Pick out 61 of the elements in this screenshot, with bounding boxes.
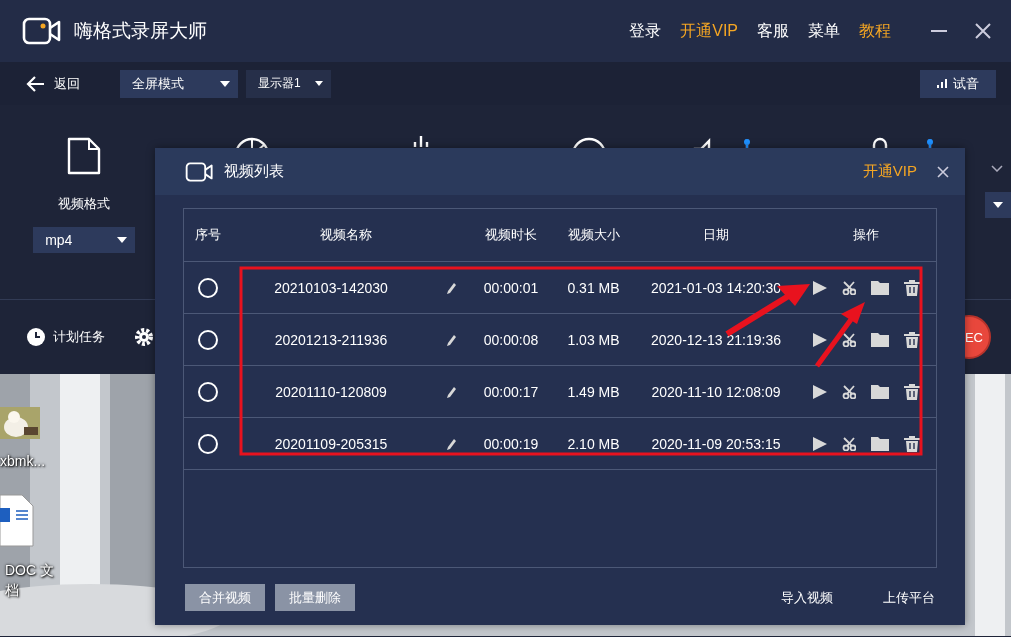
dialog-title: 视频列表 <box>224 162 285 181</box>
pencil-icon[interactable] <box>446 333 456 346</box>
nav-link[interactable]: 登录 <box>629 20 662 42</box>
column-header: 视频大小 <box>567 226 620 244</box>
trash-icon[interactable] <box>903 279 920 296</box>
nav-link[interactable]: 开通VIP <box>680 20 738 42</box>
scissors-icon[interactable] <box>841 280 856 295</box>
clock-icon <box>27 328 45 346</box>
trash-icon[interactable] <box>903 331 920 348</box>
app-logo-icon <box>22 17 62 45</box>
play-icon[interactable] <box>812 332 827 347</box>
column-header: 日期 <box>703 226 729 244</box>
audio-icon <box>412 136 429 147</box>
display-dropdown[interactable]: 显示器1 <box>246 69 331 98</box>
caret-icon <box>117 237 128 243</box>
chevron-down-icon[interactable] <box>991 165 1003 172</box>
format-dropdown[interactable]: mp4 <box>33 227 136 253</box>
radio-button[interactable] <box>197 277 218 298</box>
dropdown[interactable] <box>985 192 1011 218</box>
mode-dropdown[interactable]: 全屏模式 <box>120 69 238 98</box>
caret-icon <box>993 202 1003 208</box>
close-icon[interactable] <box>937 165 949 178</box>
scissors-icon[interactable] <box>841 332 856 347</box>
gear-icon[interactable] <box>135 328 153 346</box>
column-header: 操作 <box>853 226 879 244</box>
file-icon <box>67 137 102 175</box>
microphone-icon <box>872 137 889 148</box>
video-camera-icon <box>185 161 214 182</box>
caret-icon <box>220 80 230 87</box>
duration-cell: 00:00:01 <box>483 279 539 296</box>
video-name: 20210103-142030 <box>274 279 388 296</box>
slider-handle[interactable] <box>744 139 751 145</box>
nav-link[interactable]: 教程 <box>859 20 891 42</box>
radio-button[interactable] <box>197 329 218 350</box>
play-icon[interactable] <box>812 280 827 295</box>
back-arrow-icon <box>25 74 45 93</box>
folder-icon[interactable] <box>870 280 889 295</box>
column-header: 序号 <box>194 226 221 244</box>
date-cell: 2020-12-13 21:19:36 <box>651 331 781 348</box>
bars-icon <box>937 79 947 88</box>
slider-handle[interactable] <box>927 139 934 145</box>
vip-link[interactable]: 开通VIP <box>862 162 917 181</box>
column-header: 视频名称 <box>320 226 372 244</box>
arrow-drawing <box>815 302 865 368</box>
duration-cell: 00:00:08 <box>483 331 539 348</box>
close-icon[interactable] <box>975 23 991 39</box>
schedule-button[interactable]: 计划任务 <box>27 328 105 346</box>
size-cell: 1.03 MB <box>567 331 620 348</box>
folder-icon[interactable] <box>870 332 889 347</box>
app-title: 嗨格式录屏大师 <box>74 19 208 43</box>
nav-link[interactable]: 客服 <box>757 20 789 42</box>
column-header: 视频时长 <box>485 226 537 244</box>
date-cell: 2021-01-03 14:20:30 <box>651 279 781 296</box>
video-name: 20201213-211936 <box>274 331 388 348</box>
nav-link[interactable]: 菜单 <box>808 20 840 42</box>
caret-icon <box>315 81 323 86</box>
pencil-icon[interactable] <box>446 281 456 294</box>
size-cell: 0.31 MB <box>567 279 620 296</box>
back-button[interactable]: 返回 <box>25 74 80 93</box>
sound-test-button[interactable]: 试音 <box>920 69 996 98</box>
format-label: 视频格式 <box>58 195 111 213</box>
